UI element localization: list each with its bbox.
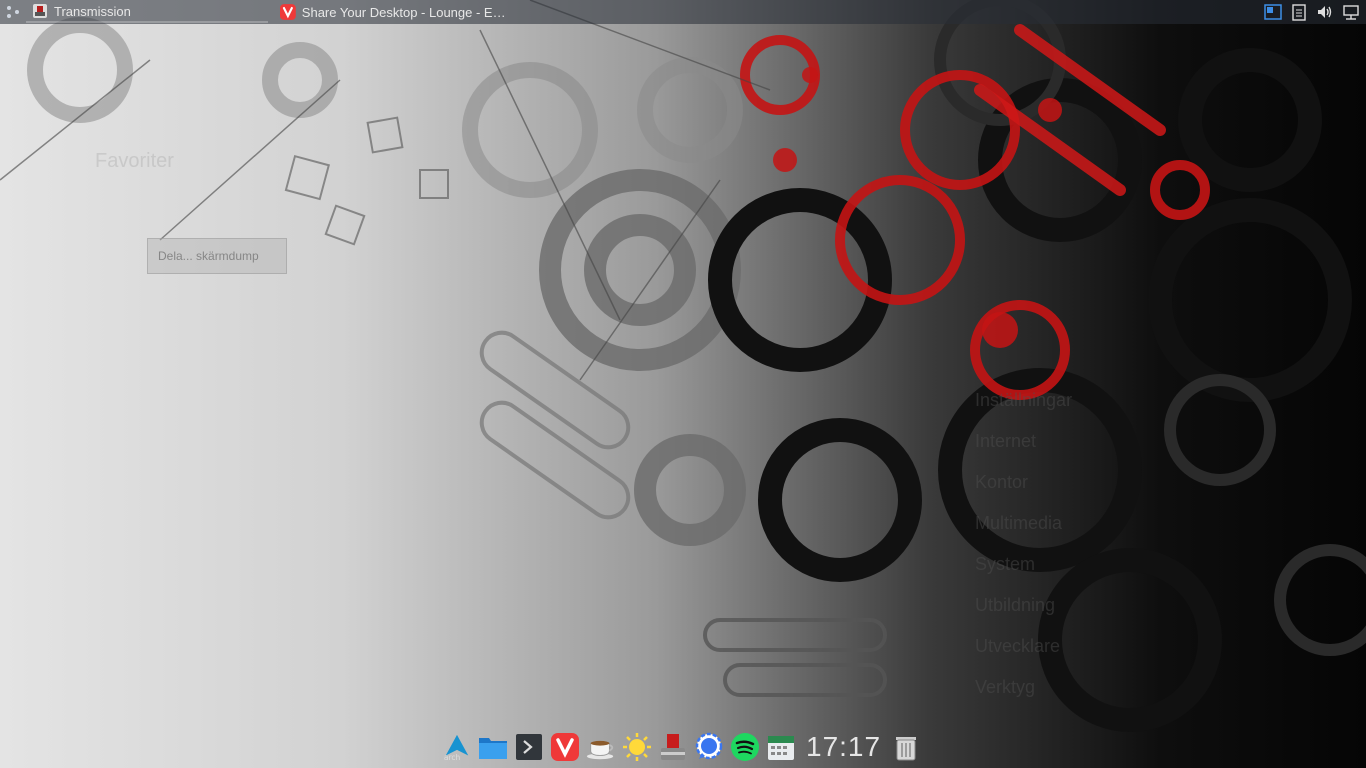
ghost-category-menu: Inställningar Internet Kontor Multimedia… [975, 380, 1072, 708]
file-manager-icon [479, 738, 507, 759]
clock[interactable]: 17:17 [806, 731, 881, 763]
weather-icon [623, 733, 651, 761]
task-label: Transmission [54, 3, 131, 19]
top-panel: Transmission Share Your Desktop - Lounge… [0, 0, 1366, 24]
trash-icon [896, 737, 917, 761]
transmission-button[interactable] [658, 732, 688, 762]
ghost-menu-item: Kontor [975, 472, 1029, 492]
ghost-menu-item: Internet [975, 431, 1037, 451]
calendar-button[interactable] [766, 732, 796, 762]
ghost-menu-item: Multimedia [975, 513, 1063, 533]
file-manager-button[interactable] [478, 732, 508, 762]
signal-icon [695, 732, 723, 760]
vivaldi-button[interactable] [550, 732, 580, 762]
bottom-dock: arch 17:17 [442, 730, 921, 764]
spotify-button[interactable] [730, 732, 760, 762]
vivaldi-icon [551, 733, 579, 761]
spotify-icon [731, 733, 759, 761]
vivaldi-icon [280, 4, 296, 20]
coffee-button[interactable] [586, 732, 616, 762]
ghost-menu-item: System [975, 554, 1036, 574]
arch-label: arch [444, 753, 461, 762]
ghost-menu-item: Utbildning [975, 595, 1056, 615]
ghost-menu-item: Verktyg [975, 677, 1036, 697]
coffee-icon [586, 740, 614, 760]
ghost-menu-item: Inställningar [975, 390, 1073, 410]
trash-button[interactable] [891, 732, 921, 762]
app-launcher-icon [7, 6, 19, 18]
transmission-icon [33, 4, 47, 18]
clipboard-icon[interactable] [1290, 3, 1308, 21]
system-tray [1264, 0, 1360, 24]
favorites-heading: Favoriter [95, 150, 174, 172]
terminal-button[interactable] [514, 732, 544, 762]
transmission-icon [661, 734, 685, 760]
arch-launcher-icon: arch [444, 734, 469, 762]
ghost-menu-item: Utvecklare [975, 636, 1061, 656]
signal-button[interactable] [694, 732, 724, 762]
weather-button[interactable] [622, 732, 652, 762]
calendar-icon [768, 736, 794, 760]
app-menu-button[interactable] [0, 0, 26, 24]
arch-launcher-button[interactable]: arch [442, 732, 472, 762]
task-vivaldi[interactable]: Share Your Desktop - Lounge - En... [274, 1, 514, 23]
task-label: Share Your Desktop - Lounge - En... [301, 4, 508, 20]
volume-icon[interactable] [1316, 3, 1334, 21]
tooltip-ghost: Dela... skärmdump [147, 238, 287, 274]
pager-icon[interactable] [1264, 3, 1282, 21]
task-transmission[interactable]: Transmission [26, 1, 268, 23]
terminal-icon [516, 734, 542, 760]
network-icon[interactable] [1342, 3, 1360, 21]
desktop-wallpaper [0, 0, 1366, 732]
